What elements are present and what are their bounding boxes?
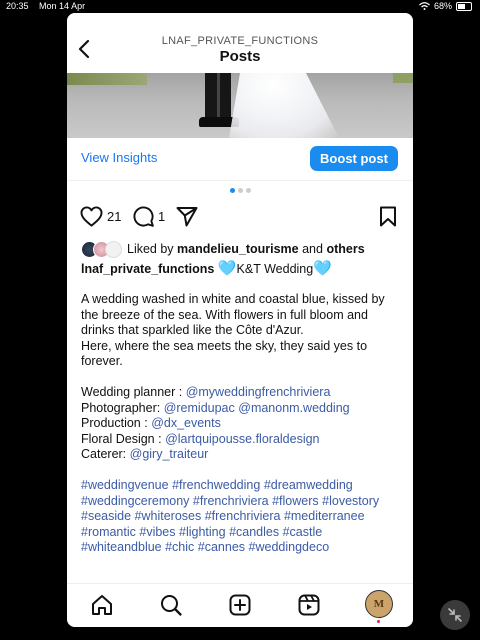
caption-username[interactable]: lnaf_private_functions <box>81 262 214 276</box>
boost-post-button[interactable]: Boost post <box>310 146 398 171</box>
grass <box>393 73 413 83</box>
hashtag-link[interactable]: #candles <box>229 525 279 539</box>
comment-button[interactable]: 1 <box>133 206 165 227</box>
liked-by-others[interactable]: others <box>326 242 364 256</box>
hashtag-link[interactable]: #weddingvenue <box>81 478 169 492</box>
profile-avatar[interactable]: M <box>365 590 393 618</box>
comment-count: 1 <box>158 209 166 224</box>
mention-link[interactable]: @giry_traiteur <box>130 447 209 461</box>
like-count: 21 <box>107 209 122 224</box>
caption-heading: lnaf_private_functions 🩵K&T Wedding🩵 <box>81 259 332 277</box>
battery-percent: 68% <box>433 1 452 11</box>
hashtag-link[interactable]: #frenchriviera <box>193 494 269 508</box>
credit-line: Caterer: @giry_traiteur <box>81 447 399 463</box>
bookmark-icon <box>380 206 396 227</box>
groom-legs-gap <box>217 73 220 121</box>
mention-link[interactable]: @lartquipousse.floraldesign <box>165 432 319 446</box>
battery-icon <box>456 1 472 11</box>
header: LNAF_PRIVATE_FUNCTIONS Posts <box>67 13 413 73</box>
carousel-dot <box>245 188 251 193</box>
liked-by-prefix: Liked by <box>127 242 174 256</box>
save-button[interactable] <box>379 206 397 227</box>
liked-by-user[interactable]: mandelieu_tourisme <box>177 242 299 256</box>
credit-label: Photographer: <box>81 400 164 415</box>
blue-heart-emoji: 🩵 <box>313 260 332 277</box>
status-bar: 20:35 Mon 14 Apr 68% <box>0 0 480 12</box>
profile-initial: M <box>373 598 385 610</box>
credit-label: Production : <box>81 416 152 430</box>
mention-link[interactable]: @manonm.wedding <box>238 401 349 415</box>
hashtags: #weddingvenue #frenchwedding #dreamweddi… <box>81 478 399 556</box>
wifi-icon <box>419 2 430 10</box>
avatar <box>105 241 122 258</box>
hashtag-link[interactable]: #lighting <box>179 525 226 539</box>
hashtag-link[interactable]: #weddingceremony <box>81 494 189 508</box>
action-bar: 21 1 <box>67 206 413 230</box>
heart-icon <box>80 206 103 227</box>
status-right: 68% <box>419 1 472 11</box>
hashtag-link[interactable]: #castle <box>283 525 323 539</box>
hashtag-link[interactable]: #seaside <box>81 509 131 523</box>
app-window: LNAF_PRIVATE_FUNCTIONS Posts View Insigh… <box>67 13 413 627</box>
credits-list: Wedding planner : @myweddingfrenchrivier… <box>81 385 399 463</box>
credit-line: Photographer: @remidupac @manonm.wedding <box>81 401 399 417</box>
insights-bar: View Insights Boost post <box>67 138 413 181</box>
page-title: Posts <box>219 48 261 65</box>
caption-title: K&T Wedding <box>236 262 314 276</box>
credit-label: Wedding planner : <box>81 385 186 399</box>
bottom-tab-bar: M <box>67 583 413 627</box>
notification-dot <box>377 620 380 623</box>
carousel-dot <box>237 188 243 193</box>
create-icon[interactable] <box>227 592 253 618</box>
mention-link[interactable]: @myweddingfrenchriviera <box>186 385 331 399</box>
like-button[interactable]: 21 <box>80 206 121 227</box>
caption-paragraph: Here, where the sea meets the sky, they … <box>81 338 368 369</box>
credit-line: Wedding planner : @myweddingfrenchrivier… <box>81 385 399 401</box>
hashtag-link[interactable]: #frenchriviera <box>205 509 281 523</box>
credit-label: Caterer: <box>81 447 130 461</box>
hashtag-link[interactable]: #romantic <box>81 525 136 539</box>
hashtag-link[interactable]: #mediterranee <box>284 509 365 523</box>
hashtag-link[interactable]: #lovestory <box>322 494 379 508</box>
carousel-dot <box>229 188 235 193</box>
reels-icon[interactable] <box>296 592 322 618</box>
grass <box>67 73 147 85</box>
share-button[interactable] <box>176 206 198 227</box>
send-icon <box>176 207 198 227</box>
status-date: Mon 14 Apr <box>39 1 86 11</box>
mention-link[interactable]: @dx_events <box>151 416 221 430</box>
liked-by-and: and <box>302 242 323 256</box>
caption-paragraph: A wedding washed in white and coastal bl… <box>81 292 385 337</box>
liker-avatars <box>81 241 123 258</box>
account-name: LNAF_PRIVATE_FUNCTIONS <box>161 35 319 47</box>
hashtag-link[interactable]: #weddingdeco <box>249 540 330 554</box>
post-image[interactable] <box>67 73 413 138</box>
hashtag-link[interactable]: #whiteroses <box>135 509 202 523</box>
hashtag-link[interactable]: #dreamwedding <box>264 478 353 492</box>
hashtag-link[interactable]: #frenchwedding <box>172 478 260 492</box>
credit-line: Floral Design : @lartquipousse.floraldes… <box>81 432 399 448</box>
status-left: 20:35 Mon 14 Apr <box>6 1 93 11</box>
credit-line: Production : @dx_events <box>81 416 399 432</box>
hashtag-link[interactable]: #cannes <box>198 540 245 554</box>
bride-dress <box>229 73 339 138</box>
liked-by-row[interactable]: Liked by mandelieu_tourisme and others <box>81 240 401 258</box>
search-icon[interactable] <box>158 592 184 618</box>
hashtag-link[interactable]: #whiteandblue <box>81 540 162 554</box>
collapse-arrows-icon <box>448 608 462 622</box>
status-time: 20:35 <box>6 1 29 11</box>
carousel-indicator <box>67 188 413 196</box>
collapse-button[interactable] <box>440 600 470 630</box>
comment-icon <box>133 206 154 227</box>
blue-heart-emoji: 🩵 <box>217 260 237 277</box>
home-icon[interactable] <box>89 592 115 618</box>
mention-link[interactable]: @remidupac <box>164 401 235 415</box>
view-insights-link[interactable]: View Insights <box>81 150 157 165</box>
caption-body: A wedding washed in white and coastal bl… <box>81 292 399 556</box>
hashtag-link[interactable]: #chic <box>165 540 194 554</box>
credit-label: Floral Design : <box>81 431 166 446</box>
hashtag-link[interactable]: #flowers <box>272 494 319 508</box>
hashtag-link[interactable]: #vibes <box>139 525 175 539</box>
